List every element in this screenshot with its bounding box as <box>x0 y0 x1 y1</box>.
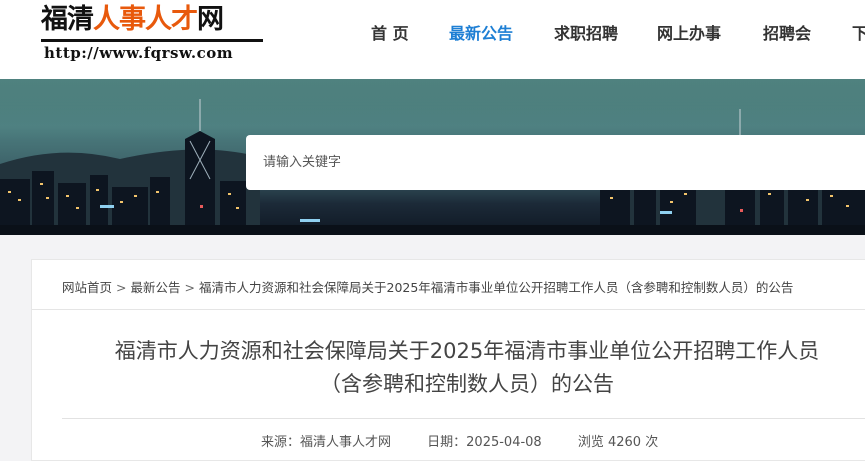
site-logo[interactable]: 福清人事人才网 http://www.fqrsw.com <box>38 4 268 66</box>
breadcrumb-latest-notices[interactable]: 最新公告 <box>131 280 181 295</box>
breadcrumb-home[interactable]: 网站首页 <box>62 280 112 295</box>
breadcrumb-current: 福清市人力资源和社会保障局关于2025年福清市事业单位公开招聘工作人员（含参聘和… <box>199 280 794 295</box>
article-title: 福清市人力资源和社会保障局关于2025年福清市事业单位公开招聘工作人员 （含参聘… <box>62 335 865 401</box>
logo-title: 福清人事人才网 <box>41 4 224 36</box>
logo-underline <box>41 39 263 42</box>
article-views: 浏览 4260 次 <box>577 435 659 450</box>
nav-item-online-services[interactable]: 网上办事 <box>657 20 721 44</box>
nav-item-job-fair[interactable]: 招聘会 <box>763 20 811 44</box>
breadcrumb-divider <box>32 309 865 310</box>
article-meta: 来源：福清人事人才网 日期：2025-04-08 浏览 4260 次 <box>261 431 690 450</box>
site-header: 福清人事人才网 http://www.fqrsw.com 首 页 最新公告 求职… <box>0 0 865 79</box>
banner <box>0 79 865 235</box>
nav-item-download[interactable]: 下 <box>852 20 865 44</box>
title-divider <box>62 418 865 419</box>
article-title-line1: 福清市人力资源和社会保障局关于2025年福清市事业单位公开招聘工作人员 <box>114 339 820 363</box>
article-card: 网站首页 > 最新公告 > 福清市人力资源和社会保障局关于2025年福清市事业单位公开招… <box>31 259 865 461</box>
search-box <box>246 135 865 190</box>
nav-item-home[interactable]: 首 页 <box>371 20 409 44</box>
article-date: 日期：2025-04-08 <box>427 435 542 450</box>
article-source: 来源：福清人事人才网 <box>261 435 392 450</box>
nav-item-jobs[interactable]: 求职招聘 <box>554 20 618 44</box>
logo-title-part3: 网 <box>197 4 224 35</box>
nav-item-latest-notices[interactable]: 最新公告 <box>449 20 513 44</box>
breadcrumb-separator: > <box>184 280 195 295</box>
search-input[interactable] <box>246 135 863 190</box>
breadcrumb: 网站首页 > 最新公告 > 福清市人力资源和社会保障局关于2025年福清市事业单位公开招… <box>62 277 793 296</box>
logo-title-part2: 人事人才 <box>93 4 198 35</box>
breadcrumb-separator: > <box>116 280 127 295</box>
article-title-line2: （含参聘和控制数人员）的公告 <box>320 372 614 396</box>
logo-title-part1: 福清 <box>41 4 94 35</box>
logo-url: http://www.fqrsw.com <box>44 44 234 62</box>
